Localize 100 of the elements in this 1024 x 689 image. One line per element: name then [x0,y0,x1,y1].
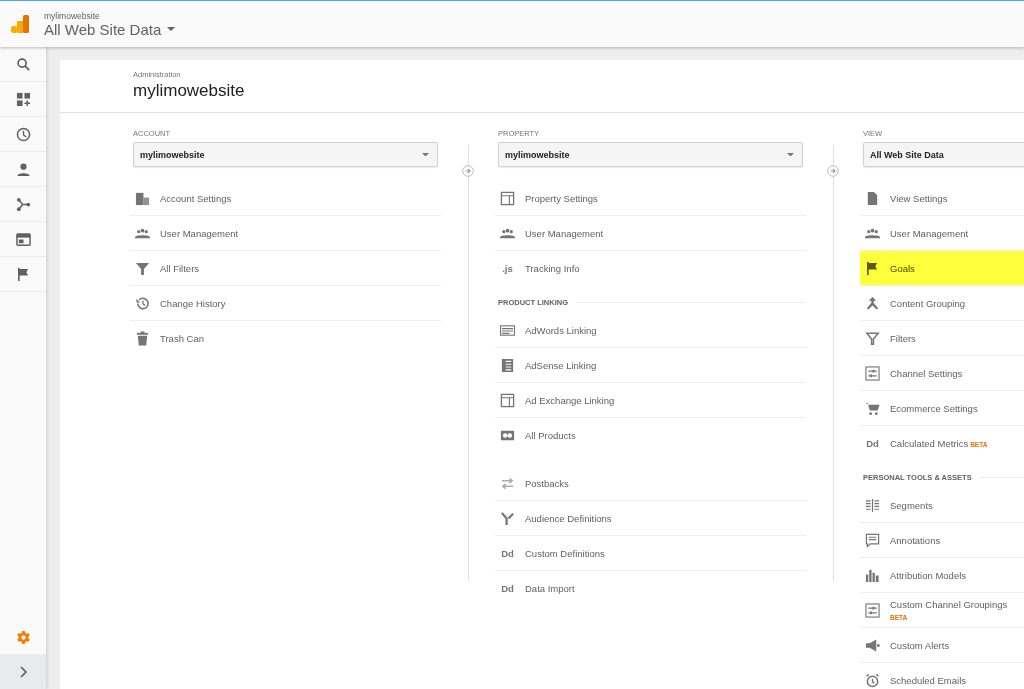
cart-icon [865,400,880,416]
menu-item-label: Filters [890,332,916,344]
menu-item-label: Postbacks [525,477,569,489]
dropdown[interactable]: mylimowebsite [498,142,803,167]
caret-icon [167,27,176,31]
menu-item[interactable]: All Products [495,418,806,452]
menu-item-label: Goals [890,262,915,274]
menu-item-label: AdWords Linking [525,324,597,336]
text-icon: Dd [500,547,515,559]
menu-item-label: All Filters [160,262,200,274]
list-document-icon [500,357,515,373]
menu-item[interactable]: Change History [130,286,441,321]
dropdown[interactable]: All Web Site Data [863,142,1024,167]
menu-item-label: Change History [160,297,226,309]
arrow-circle-icon [827,165,839,177]
menu-item[interactable]: Annotations [860,523,1024,558]
bar-chart-icon [865,567,880,583]
menu-item-label: Annotations [890,534,941,546]
text-icon: Dd [865,437,880,449]
dropdown[interactable]: mylimowebsite [133,142,438,167]
menu-item[interactable]: Account Settings [130,181,441,216]
browser-window-icon [15,231,31,247]
settings-icon [15,629,31,645]
clock-icon [15,126,31,142]
menu-item[interactable]: All Filters [130,251,441,286]
segments-icon [865,497,880,513]
text-icon: Dd [500,582,515,594]
menu-item[interactable]: Custom Alerts [860,628,1024,663]
menu-item-label: Ad Exchange Linking [525,394,615,406]
menu-item-label: Data Import [525,582,575,594]
menu-item-label: Custom Definitions [525,547,605,559]
merge-arrow-icon [865,295,880,311]
menu-item[interactable]: AdSense Linking [495,348,806,383]
menu-item-label: Scheduled Emails [890,674,967,686]
menu-item[interactable]: AdWords Linking [495,313,806,348]
menu-item[interactable]: Postbacks [495,466,806,501]
menu-item-label: Trash Can [160,332,204,344]
menu-item[interactable]: Channel Settings [860,356,1024,391]
menu-item[interactable]: User Management [130,216,441,251]
menu-item-label: All Products [525,429,576,441]
menu-item[interactable]: Attribution Models [860,558,1024,593]
card-icon [500,322,515,338]
menu-item[interactable]: Ad Exchange Linking [495,383,806,418]
menu-item[interactable]: Property Settings [495,181,806,216]
menu-item[interactable]: Scheduled Emails [860,663,1024,689]
menu-item[interactable]: Filters [860,321,1024,356]
menu-item-label: Ecommerce Settings [890,402,978,414]
menu-item-label: User Management [525,227,604,239]
menu-item-label: AdSense Linking [525,359,597,371]
menu-item[interactable]: Dd Custom Definitions [495,536,806,571]
sliders-icon [865,365,880,381]
megaphone-icon [865,637,880,653]
sliders-icon [865,602,880,618]
account-name: mylimowebsite [44,10,101,21]
caret-icon [787,152,794,157]
menu-item-label: User Management [890,227,969,239]
panel-icon [500,392,515,408]
flag-icon [15,266,31,282]
alarm-clock-icon [865,672,880,688]
menu-item-label: Audience Definitions [525,512,612,524]
person-icon [15,161,31,177]
menu-item[interactable]: Trash Can [130,321,441,355]
menu-item-label: Tracking Info [525,262,580,274]
menu-item[interactable]: Ecommerce Settings [860,391,1024,426]
menu-item[interactable]: Segments [860,488,1024,523]
filter-icon [135,260,150,276]
menu-item[interactable]: Audience Definitions [495,501,806,536]
menu-item[interactable]: Dd Data Import [495,571,806,605]
fork-icon [500,510,515,526]
menu-item[interactable]: Goals [860,251,1024,286]
page-title: mylimowebsite [133,81,246,101]
menu-item[interactable]: .js Tracking Info [495,251,806,285]
flag-icon [865,260,880,276]
view-selector[interactable]: All Web Site Data [44,20,176,38]
arrow-circle-icon [462,165,474,177]
swap-arrows-icon [500,475,515,491]
menu-item[interactable]: Content Grouping [860,286,1024,321]
menu-item-label: Property Settings [525,192,598,204]
menu-item-label: Segments [890,499,933,511]
building-icon [135,190,150,206]
menu-item-label: View Settings [890,192,948,204]
history-icon [135,295,150,311]
menu-item-label: Attribution Models [890,569,967,581]
logo-icon [10,14,30,34]
menu-item[interactable]: User Management [495,216,806,251]
chevron-right-icon [19,666,27,678]
dashboard-icon [15,91,31,107]
menu-item-label: Custom Alerts [890,639,950,651]
nodes-icon [15,196,31,212]
panel-icon [500,190,515,206]
caret-icon [422,152,429,157]
document-icon [865,190,880,206]
menu-item-label: Channel Settings [890,367,963,379]
menu-item-label: User Management [160,227,239,239]
menu-item[interactable]: View Settings [860,181,1024,216]
trash-icon [135,330,150,346]
search-icon [15,56,31,72]
text-icon: .js [500,262,515,274]
menu-item-label: Content Grouping [890,297,965,309]
speech-bubble-icon [865,532,880,548]
